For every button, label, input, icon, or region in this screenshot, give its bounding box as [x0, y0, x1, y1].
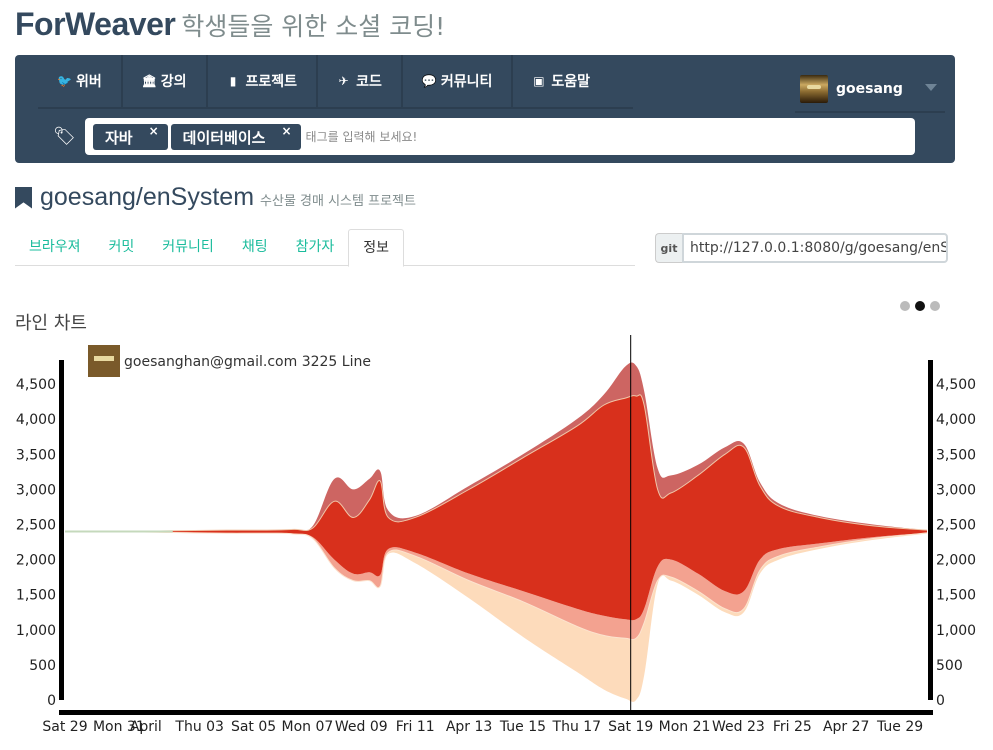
tag-input[interactable]: 자바 × 데이터베이스 × 태그를 입력해 보세요!	[85, 118, 915, 155]
y-tick-label-right: 2,000	[936, 553, 976, 569]
y-tick-label-right: 3,500	[936, 447, 976, 463]
line-chart: 0 0 500 500 1,000 1,000 1,500 1,500 2,000 2,000 2,…	[16, 335, 976, 735]
project-header: goesang/enSystem 수산물 경매 시스템 프로젝트	[15, 183, 416, 212]
carousel-dot-3[interactable]	[930, 301, 940, 311]
chart-carousel-dots	[900, 301, 945, 311]
y-tick-label-right: 4,000	[936, 412, 976, 428]
y-tick-label-left: 0	[47, 693, 56, 709]
y-tick-label-left: 500	[29, 658, 56, 674]
x-tick-label: Apr 13	[446, 719, 492, 735]
tags-icon: 🏷	[53, 126, 76, 147]
nav-item-label: 위버	[76, 74, 102, 90]
nav-item-weaver[interactable]: 🐦 위버	[38, 55, 123, 107]
y-tick-label-right: 1,000	[936, 623, 976, 639]
y-tick-label-right: 500	[936, 658, 963, 674]
git-url-field[interactable]: http://127.0.0.1:8080/g/goesang/enSystem	[682, 233, 948, 263]
nav-item-label: 도움말	[551, 74, 590, 90]
nav-item-project[interactable]: ▮ 프로젝트	[208, 55, 319, 107]
x-tick-label: Mon 21	[659, 719, 711, 735]
x-tick-label: Sat 29	[42, 719, 87, 735]
project-title[interactable]: goesang/enSystem	[40, 183, 254, 212]
twitter-icon: 🐦	[57, 74, 72, 88]
y-tick-label-left: 2,000	[16, 553, 56, 569]
avatar	[800, 75, 828, 103]
x-tick-label: Tue 29	[876, 719, 923, 735]
rocket-icon: ✈	[338, 74, 349, 88]
y-tick-label-left: 3,000	[16, 482, 56, 498]
caret-down-icon	[924, 83, 937, 91]
x-tick-label: Mon 07	[282, 719, 334, 735]
x-tick-label: Fri 11	[396, 719, 435, 735]
legend-label: goesanghan@gmail.com 3225 Line	[124, 354, 371, 370]
remove-tag-icon[interactable]: ×	[149, 124, 159, 138]
x-axis	[59, 710, 933, 715]
site-tagline: 학생들을 위한 소셜 코딩!	[181, 12, 446, 41]
tag-input-placeholder[interactable]: 태그를 입력해 보세요!	[306, 128, 418, 145]
nav-item-help[interactable]: ▣ 도움말	[513, 55, 609, 107]
nav-item-label: 코드	[356, 74, 382, 90]
y-tick-label-right: 3,000	[936, 482, 976, 498]
tag-chip-java: 자바 ×	[93, 123, 168, 150]
nav-menu: 🐦 위버 🏛 강의 ▮ 프로젝트 ✈ 코드 💬 커뮤니티 ▣ 도움말	[38, 55, 609, 107]
y-tick-label-right: 0	[936, 693, 945, 709]
nav-item-community[interactable]: 💬 커뮤니티	[403, 55, 514, 107]
x-tick-label: Sat 05	[231, 719, 276, 735]
y-tick-label-left: 1,500	[16, 588, 56, 604]
tag-chip-label: 자바	[105, 128, 133, 147]
tag-chip-database: 데이터베이스 ×	[170, 123, 301, 150]
nav-item-code[interactable]: ✈ 코드	[318, 55, 403, 107]
nav-item-lecture[interactable]: 🏛 강의	[123, 55, 208, 107]
tab-community[interactable]: 커뮤니티	[148, 229, 228, 266]
x-tick-label: Thu 17	[552, 719, 602, 735]
legend-avatar-detail	[94, 356, 114, 361]
y-tick-label-left: 4,500	[16, 377, 56, 393]
project-tabs: 브라우져 커밋 커뮤니티 채팅 참가자 정보	[15, 229, 635, 267]
x-tick-label: April	[130, 719, 162, 735]
tab-browser[interactable]: 브라우져	[15, 229, 95, 266]
x-tick-label: Wed 23	[712, 719, 765, 735]
project-description: 수산물 경매 시스템 프로젝트	[260, 194, 416, 209]
y-tick-label-left: 4,000	[16, 412, 56, 428]
tab-participants[interactable]: 참가자	[282, 229, 349, 266]
comments-icon: 💬	[421, 74, 437, 88]
user-menu[interactable]: goesang	[795, 67, 945, 113]
x-tick-label: Wed 09	[335, 719, 388, 735]
brand-name[interactable]: ForWeaver	[15, 6, 176, 42]
y-tick-label-right: 2,500	[936, 517, 976, 533]
username: goesang	[836, 81, 903, 97]
tag-chip-label: 데이터베이스	[182, 128, 266, 147]
nav-divider	[38, 107, 633, 109]
git-clone-box: git http://127.0.0.1:8080/g/goesang/enSy…	[655, 233, 948, 263]
y-tick-label-right: 1,500	[936, 588, 976, 604]
y-tick-label-left: 1,000	[16, 623, 56, 639]
tab-info[interactable]: 정보	[348, 229, 404, 267]
x-tick-label: Tue 15	[499, 719, 546, 735]
nav-item-label: 프로젝트	[245, 74, 298, 90]
main-navbar: 🐦 위버 🏛 강의 ▮ 프로젝트 ✈ 코드 💬 커뮤니티 ▣ 도움말 goesang 🏷 자…	[15, 55, 955, 163]
carousel-dot-2[interactable]	[915, 301, 925, 311]
institution-icon: 🏛	[141, 74, 157, 88]
carousel-dot-1[interactable]	[900, 301, 910, 311]
bookmark-icon	[15, 187, 32, 209]
git-label: git	[655, 233, 682, 263]
y-axis-left	[59, 360, 64, 700]
nav-item-label: 강의	[160, 74, 187, 90]
x-tick-label: Sat 19	[608, 719, 653, 735]
y-tick-label-left: 2,500	[16, 517, 56, 533]
bookmark-icon: ▮	[229, 74, 237, 88]
x-tick-label: Fri 25	[773, 719, 812, 735]
tab-commits[interactable]: 커밋	[95, 229, 149, 266]
x-tick-label: Apr 27	[823, 719, 869, 735]
nav-item-label: 커뮤니티	[440, 74, 493, 90]
tab-chat[interactable]: 채팅	[228, 229, 282, 266]
y-axis-right	[928, 360, 933, 700]
remove-tag-icon[interactable]: ×	[281, 124, 291, 138]
site-title[interactable]: ForWeaver 학생들을 위한 소셜 코딩!	[15, 6, 445, 43]
y-tick-label-left: 3,500	[16, 447, 56, 463]
x-tick-label: Thu 03	[174, 719, 224, 735]
y-tick-label-right: 4,500	[936, 377, 976, 393]
help-icon: ▣	[533, 74, 545, 88]
